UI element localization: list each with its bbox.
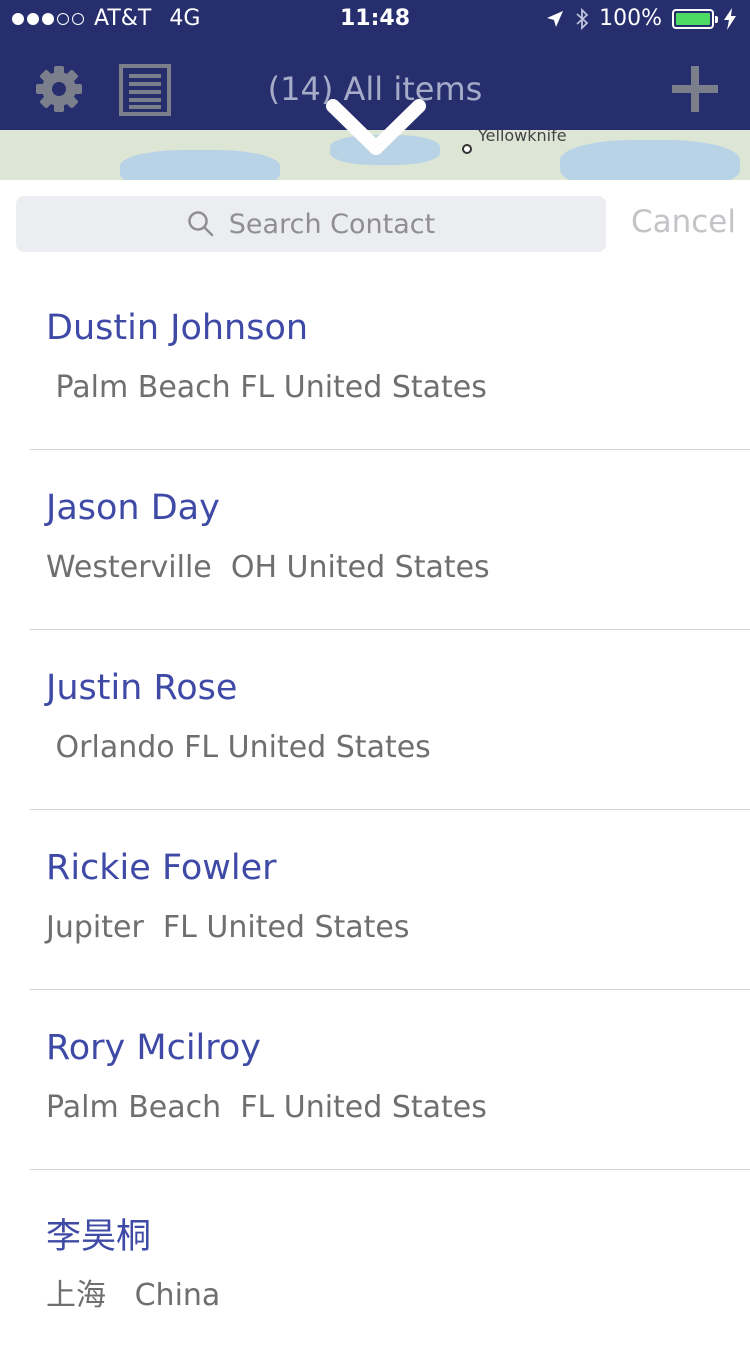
contact-name: Rickie Fowler xyxy=(46,848,277,888)
map-city-marker xyxy=(462,144,472,154)
status-right: 100% xyxy=(545,6,736,31)
contact-name: 李昊桐 xyxy=(46,1217,152,1257)
location-arrow-icon xyxy=(547,10,564,27)
map-water xyxy=(120,150,280,180)
bluetooth-icon xyxy=(576,7,589,30)
charging-bolt-icon xyxy=(724,7,736,30)
search-input[interactable]: Search Contact xyxy=(16,196,606,252)
contact-name: Jason Day xyxy=(46,488,220,528)
contacts-sheet: Search Contact Cancel Dustin Johnson Pal… xyxy=(0,180,750,1334)
cancel-button[interactable]: Cancel xyxy=(631,204,736,240)
plus-icon[interactable] xyxy=(668,62,722,116)
contact-name: Rory Mcilroy xyxy=(46,1028,262,1068)
search-row: Search Contact Cancel xyxy=(16,196,736,252)
list-item[interactable]: Justin Rose Orlando FL United States xyxy=(30,630,750,810)
battery-icon xyxy=(672,8,718,29)
search-icon xyxy=(188,211,214,237)
contact-name: Justin Rose xyxy=(46,668,238,708)
contact-address: Palm Beach FL United States xyxy=(46,1090,487,1125)
map-water xyxy=(560,140,740,180)
list-item[interactable]: Dustin Johnson Palm Beach FL United Stat… xyxy=(30,270,750,450)
list-item[interactable]: Jason Day Westerville OH United States xyxy=(30,450,750,630)
map-city-label: Yellowknife xyxy=(478,130,567,145)
contact-address: Westerville OH United States xyxy=(46,550,490,585)
contact-address: Palm Beach FL United States xyxy=(46,370,487,405)
list-item[interactable]: Rory Mcilroy Palm Beach FL United States xyxy=(30,990,750,1170)
contact-address: Jupiter FL United States xyxy=(46,910,410,945)
battery-percent: 100% xyxy=(599,6,662,31)
chevron-down-icon[interactable] xyxy=(325,92,427,162)
list-item[interactable]: 李昊桐 上海 China xyxy=(30,1170,750,1349)
contacts-list: Dustin Johnson Palm Beach FL United Stat… xyxy=(0,270,750,1349)
contact-address: 上海 China xyxy=(46,1278,221,1313)
contact-name: Dustin Johnson xyxy=(46,308,309,348)
search-placeholder: Search Contact xyxy=(228,208,436,240)
contact-address: Orlando FL United States xyxy=(46,730,431,765)
list-item[interactable]: Rickie Fowler Jupiter FL United States xyxy=(30,810,750,990)
status-bar: AT&T 4G 11:48 100% xyxy=(0,0,750,40)
